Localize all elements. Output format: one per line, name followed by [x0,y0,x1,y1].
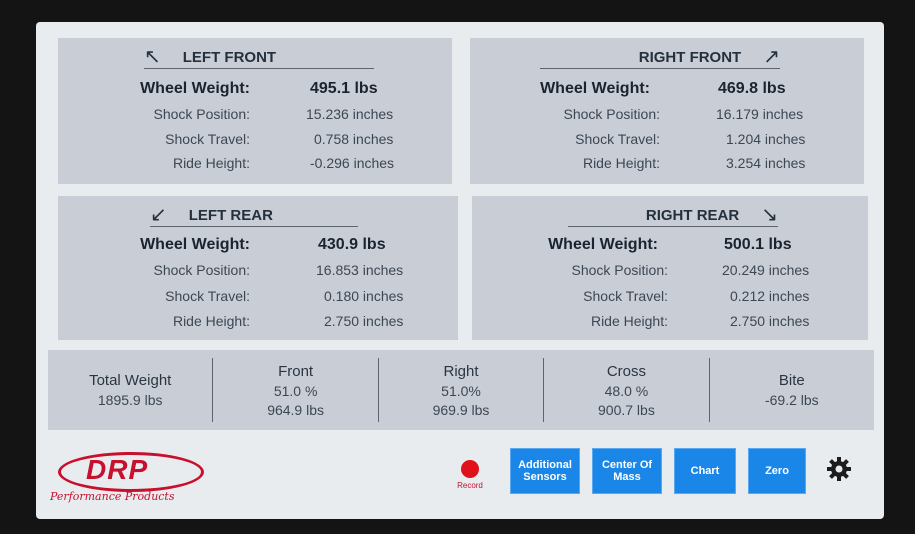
chart-button[interactable]: Chart [674,448,736,494]
left-rear-header: ↙ LEFT REAR [150,204,358,227]
front-title: Front [278,362,314,380]
left-rear-wheel-weight: 430.9 lbs [318,236,386,253]
right-rear-shock-position: 20.249 inches [722,262,810,278]
right-rear-wheel-weight: 500.1 lbs [724,236,792,253]
total-weight-title: Total Weight [89,372,172,389]
record-button[interactable]: Record [450,460,490,490]
right-cell: Right 51.0% 969.9 lbs [377,358,543,422]
left-front-panel: ↖ LEFT FRONT Wheel Weight: 495.1 lbs Sho… [58,38,452,184]
front-cell: Front 51.0 % 964.9 lbs [212,358,377,422]
left-front-title: LEFT FRONT [182,48,277,66]
cross-title: Cross [606,362,646,380]
additional-sensors-button[interactable]: Additional Sensors [510,448,580,494]
left-rear-shock-position: 16.853 inches [316,262,404,278]
ride-height-label: Ride Height: [172,155,250,171]
shock-travel-label: Shock Travel: [583,288,668,304]
right-rear-header: RIGHT REAR ↘ [568,204,778,227]
right-rear-shock-position-row: Shock Position: 20.249 inches [472,262,868,284]
shock-travel-label: Shock Travel: [165,131,250,147]
ride-height-label: Ride Height: [172,313,250,329]
left-rear-shock-position-row: Shock Position: 16.853 inches [58,262,458,284]
left-rear-wheel-weight-row: Wheel Weight: 430.9 lbs [58,236,458,258]
right-front-ride-height: 3.254 inches [726,155,806,171]
arrow-up-left-icon: ↖ [144,46,161,68]
logo-subtitle: Performance Products [50,490,175,503]
left-rear-panel: ↙ LEFT REAR Wheel Weight: 430.9 lbs Shoc… [58,196,458,340]
left-front-shock-position: 15.236 inches [306,106,394,122]
front-weight: 964.9 lbs [267,401,325,418]
left-rear-shock-travel: 0.180 inches [324,288,404,304]
left-front-shock-travel: 0.758 inches [314,131,394,147]
weight-summary-bar: Total Weight 1895.9 lbs Front 51.0 % 964… [48,350,874,430]
right-rear-ride-height-row: Ride Height: 2.750 inches [472,313,868,335]
right-percent: 51.0% [441,382,481,399]
left-front-shock-travel-row: Shock Travel: 0.758 inches [58,131,452,153]
right-rear-title: RIGHT REAR [645,206,740,224]
shock-position-label: Shock Position: [153,262,251,278]
right-rear-wheel-weight-row: Wheel Weight: 500.1 lbs [472,236,868,258]
wheel-weight-label: Wheel Weight: [140,236,250,253]
total-weight-cell: Total Weight 1895.9 lbs [48,358,212,422]
shock-position-label: Shock Position: [563,106,661,122]
left-front-wheel-weight: 495.1 lbs [310,80,378,97]
right-front-wheel-weight: 469.8 lbs [718,80,786,97]
left-front-shock-position-row: Shock Position: 15.236 inches [58,106,452,128]
right-front-panel: RIGHT FRONT ↗ Wheel Weight: 469.8 lbs Sh… [470,38,864,184]
left-front-ride-height-row: Ride Height: -0.296 inches [58,155,452,177]
front-percent: 51.0 % [273,382,318,399]
shock-travel-label: Shock Travel: [575,131,660,147]
right-front-shock-position: 16.179 inches [716,106,804,122]
wheel-weight-label: Wheel Weight: [140,80,250,97]
right-title: Right [443,362,479,380]
arrow-down-right-icon: ↘ [761,204,778,226]
drp-logo: DRP Performance Products [50,450,210,510]
shock-position-label: Shock Position: [153,106,251,122]
right-rear-ride-height: 2.750 inches [730,313,810,329]
left-rear-title: LEFT REAR [188,206,273,224]
cross-cell: Cross 48.0 % 900.7 lbs [543,358,708,422]
gear-icon[interactable] [824,454,854,484]
record-dot-icon [461,460,479,478]
record-label: Record [457,481,483,490]
logo-text: DRP [86,454,149,485]
shock-position-label: Shock Position: [571,262,669,278]
right-front-shock-position-row: Shock Position: 16.179 inches [470,106,864,128]
ride-height-label: Ride Height: [582,155,660,171]
cross-weight: 900.7 lbs [598,401,655,418]
left-front-header: ↖ LEFT FRONT [144,46,374,69]
total-weight-value: 1895.9 lbs [97,392,163,408]
cross-percent: 48.0 % [604,382,649,399]
wheel-weight-label: Wheel Weight: [548,236,658,253]
right-front-shock-travel: 1.204 inches [726,131,806,147]
arrow-down-left-icon: ↙ [150,204,167,226]
bite-title: Bite [778,372,805,389]
right-rear-panel: RIGHT REAR ↘ Wheel Weight: 500.1 lbs Sho… [472,196,868,340]
shock-travel-label: Shock Travel: [165,288,250,304]
left-front-wheel-weight-row: Wheel Weight: 495.1 lbs [58,80,452,102]
right-front-wheel-weight-row: Wheel Weight: 469.8 lbs [470,80,864,102]
left-rear-shock-travel-row: Shock Travel: 0.180 inches [58,288,458,310]
right-front-header: RIGHT FRONT ↗ [540,46,780,69]
bite-value: -69.2 lbs [764,392,819,408]
right-rear-shock-travel-row: Shock Travel: 0.212 inches [472,288,868,310]
left-rear-ride-height: 2.750 inches [324,313,404,329]
zero-button[interactable]: Zero [748,448,806,494]
wheel-weight-label: Wheel Weight: [540,80,650,97]
app-screen: ↖ LEFT FRONT Wheel Weight: 495.1 lbs Sho… [36,22,884,519]
center-of-mass-button[interactable]: Center Of Mass [592,448,662,494]
right-rear-shock-travel: 0.212 inches [730,288,810,304]
arrow-up-right-icon: ↗ [763,46,780,68]
bite-cell: Bite -69.2 lbs [708,358,874,422]
right-front-ride-height-row: Ride Height: 3.254 inches [470,155,864,177]
right-weight: 969.9 lbs [432,401,490,418]
left-front-ride-height: -0.296 inches [310,155,395,171]
right-front-shock-travel-row: Shock Travel: 1.204 inches [470,131,864,153]
left-rear-ride-height-row: Ride Height: 2.750 inches [58,313,458,335]
ride-height-label: Ride Height: [590,313,668,329]
right-front-title: RIGHT FRONT [638,48,742,66]
